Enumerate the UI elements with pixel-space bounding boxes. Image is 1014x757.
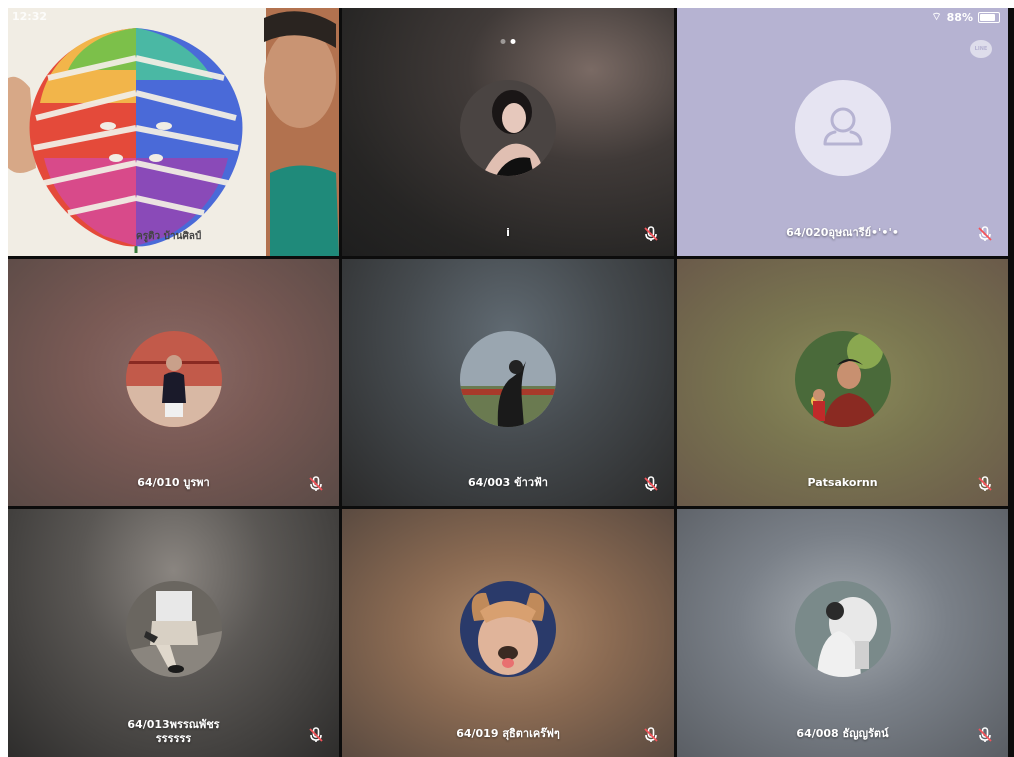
participant-tile-video[interactable]: 12:32 ครูติว บ้านศิลป์ bbox=[8, 8, 339, 256]
battery-percent: 88% bbox=[946, 10, 973, 24]
status-bar-time: 12:32 bbox=[12, 10, 48, 23]
video-call-screen: 12:32 ครูติว บ้านศิลป์ i ⌔ 88% LINE 64/0… bbox=[8, 8, 1014, 757]
participant-grid: 12:32 ครูติว บ้านศิลป์ i ⌔ 88% LINE 64/0… bbox=[8, 8, 1014, 757]
participant-tile[interactable]: 64/013พรรณพัชร รรรรรร bbox=[8, 509, 339, 757]
participant-name: 64/020อุษณารีย์•'•'• bbox=[786, 226, 899, 239]
mic-muted-icon bbox=[644, 226, 658, 241]
wifi-icon: ⌔ bbox=[931, 10, 942, 23]
participant-name: Patsakornn bbox=[807, 476, 878, 489]
avatar bbox=[794, 581, 891, 677]
person-icon bbox=[823, 107, 862, 146]
participant-name: 64/019 สุธิตาเคร๊ฟๆ bbox=[456, 727, 560, 740]
participant-tile[interactable]: 64/010 บูรพา bbox=[8, 259, 339, 506]
page-indicator[interactable] bbox=[500, 39, 516, 44]
participant-tile[interactable]: ⌔ 88% LINE 64/020อุษณารีย์•'•'• bbox=[677, 8, 1008, 256]
avatar bbox=[460, 330, 556, 427]
mic-muted-icon bbox=[978, 476, 992, 491]
mic-muted-icon bbox=[309, 476, 323, 491]
participant-name: 64/013พรรณพัชร รรรรรร bbox=[127, 718, 220, 745]
mic-muted-icon bbox=[644, 476, 658, 491]
mic-muted-icon bbox=[978, 226, 992, 241]
battery-icon bbox=[978, 11, 1000, 23]
participant-tile[interactable]: 64/019 สุธิตาเคร๊ฟๆ bbox=[342, 509, 674, 757]
default-avatar bbox=[794, 80, 891, 176]
participant-name: 64/003 ข้าวฟ้า bbox=[468, 476, 548, 489]
participant-name: i bbox=[506, 226, 510, 239]
participant-tile[interactable]: Patsakornn bbox=[677, 259, 1008, 506]
participant-name: 64/008 ธัญญรัตน์ bbox=[796, 727, 889, 740]
avatar bbox=[460, 80, 556, 176]
avatar bbox=[125, 581, 222, 677]
avatar bbox=[794, 330, 891, 427]
participant-name: 64/010 บูรพา bbox=[137, 476, 210, 489]
avatar bbox=[125, 330, 222, 427]
participant-tile[interactable]: 64/008 ธัญญรัตน์ bbox=[677, 509, 1008, 757]
participant-name: ครูติว บ้านศิลป์ bbox=[136, 231, 202, 242]
participant-tile[interactable]: i bbox=[342, 8, 674, 256]
video-feed bbox=[8, 8, 339, 256]
participant-tile[interactable]: 64/003 ข้าวฟ้า bbox=[342, 259, 674, 506]
mic-muted-icon bbox=[644, 727, 658, 742]
mic-muted-icon bbox=[978, 727, 992, 742]
line-logo-icon: LINE bbox=[970, 40, 992, 58]
avatar bbox=[460, 581, 556, 677]
status-bar-right: ⌔ 88% bbox=[931, 10, 1000, 24]
mic-muted-icon bbox=[309, 727, 323, 742]
